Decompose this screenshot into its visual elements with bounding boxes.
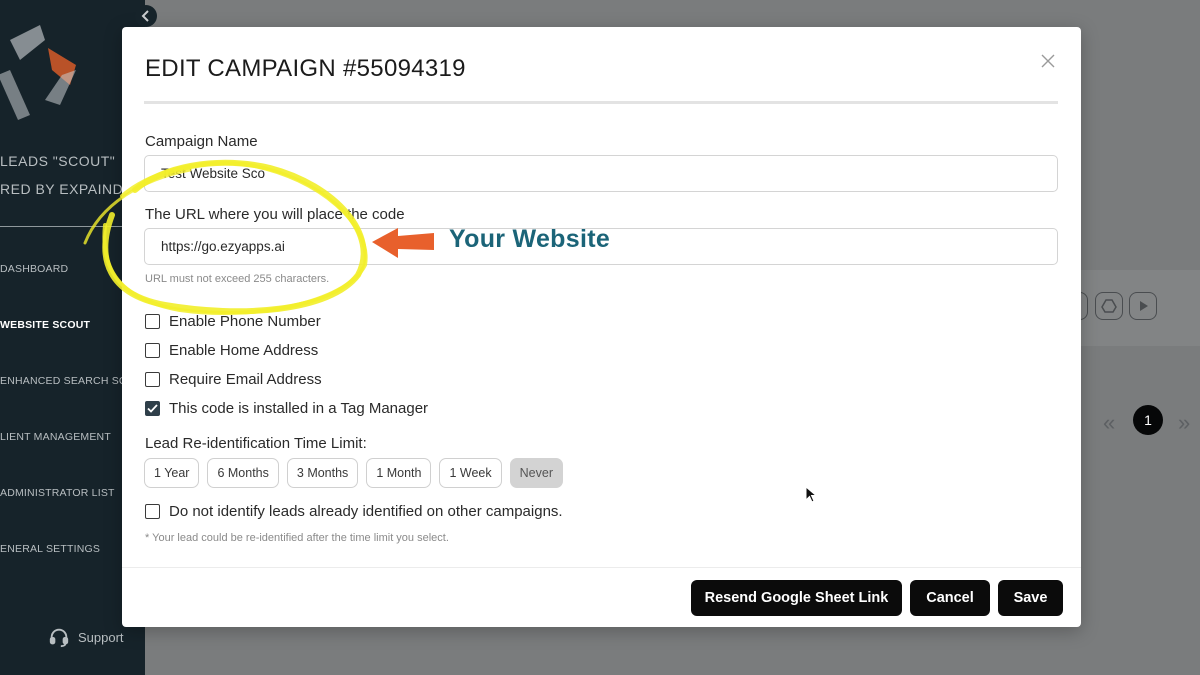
modal-title: EDIT CAMPAIGN #55094319 — [145, 55, 466, 82]
sidebar-collapse-button[interactable] — [135, 5, 157, 27]
pager-next-icon[interactable]: » — [1178, 410, 1190, 436]
play-button[interactable] — [1129, 292, 1157, 320]
pager-prev-icon[interactable]: « — [1103, 410, 1115, 436]
cancel-button[interactable]: Cancel — [910, 580, 990, 616]
tag-manager-label: This code is installed in a Tag Manager — [169, 400, 429, 417]
drive-icon — [1101, 299, 1117, 313]
no-identify-label: Do not identify leads already identified… — [169, 503, 563, 520]
time-limit-options: 1 Year 6 Months 3 Months 1 Month 1 Week … — [144, 458, 563, 488]
require-email-label: Require Email Address — [169, 371, 322, 388]
drive-button[interactable] — [1095, 292, 1123, 320]
campaign-name-input[interactable] — [144, 155, 1058, 192]
nav-item-general-settings[interactable]: ENERAL SETTINGS — [0, 543, 100, 555]
no-identify-checkbox[interactable] — [145, 504, 160, 519]
tag-manager-checkbox[interactable] — [145, 401, 160, 416]
resend-google-sheet-button[interactable]: Resend Google Sheet Link — [691, 580, 902, 616]
campaign-name-label: Campaign Name — [145, 133, 258, 150]
brand-divider — [0, 226, 125, 227]
time-option-1-year[interactable]: 1 Year — [144, 458, 200, 488]
mouse-cursor-icon — [805, 486, 817, 503]
your-website-callout: Your Website — [449, 225, 611, 253]
require-email-checkbox[interactable] — [145, 372, 160, 387]
headset-icon — [49, 628, 69, 648]
support-link[interactable]: Support — [48, 626, 124, 648]
play-icon — [1140, 301, 1148, 311]
close-icon[interactable] — [1040, 53, 1056, 69]
nav-item-enhanced-search[interactable]: ENHANCED SEARCH SCO — [0, 375, 135, 387]
save-button[interactable]: Save — [998, 580, 1063, 616]
time-option-1-week[interactable]: 1 Week — [439, 458, 502, 488]
time-limit-label: Lead Re-identification Time Limit: — [145, 435, 367, 452]
phone-number-checkbox[interactable] — [145, 314, 160, 329]
home-address-checkbox[interactable] — [145, 343, 160, 358]
phone-number-label: Enable Phone Number — [169, 313, 321, 330]
url-label: The URL where you will place the code — [145, 206, 405, 223]
home-address-label: Enable Home Address — [169, 342, 319, 359]
title-divider — [144, 101, 1058, 104]
pager-current-page[interactable]: 1 — [1133, 405, 1163, 435]
phone-number-option[interactable]: Enable Phone Number — [145, 313, 321, 330]
brand-line-1: LEADS "SCOUT" — [0, 153, 116, 169]
edit-campaign-modal: EDIT CAMPAIGN #55094319 Campaign Name Th… — [122, 27, 1081, 627]
home-address-option[interactable]: Enable Home Address — [145, 342, 318, 359]
nav-item-client-management[interactable]: LIENT MANAGEMENT — [0, 431, 111, 443]
app-logo — [0, 25, 76, 120]
time-option-never[interactable]: Never — [509, 458, 563, 488]
checkmark-icon — [147, 404, 158, 413]
nav-item-website-scout[interactable]: WEBSITE SCOUT — [0, 319, 90, 331]
time-option-1-month[interactable]: 1 Month — [366, 458, 432, 488]
url-helper-text: URL must not exceed 255 characters. — [145, 273, 330, 285]
require-email-option[interactable]: Require Email Address — [145, 371, 322, 388]
support-label: Support — [78, 629, 124, 645]
footer-divider — [122, 567, 1081, 568]
chevron-left-icon — [141, 10, 149, 22]
no-identify-option[interactable]: Do not identify leads already identified… — [145, 503, 563, 520]
time-limit-footnote: * Your lead could be re-identified after… — [145, 532, 449, 544]
nav-item-administrator-list[interactable]: ADMINISTRATOR LIST — [0, 487, 115, 499]
nav-item-dashboard[interactable]: DASHBOARD — [0, 263, 68, 275]
time-option-3-months[interactable]: 3 Months — [286, 458, 359, 488]
time-option-6-months[interactable]: 6 Months — [207, 458, 279, 488]
brand-line-2: RED BY EXPAIND — [0, 181, 124, 197]
tag-manager-option[interactable]: This code is installed in a Tag Manager — [145, 400, 428, 417]
